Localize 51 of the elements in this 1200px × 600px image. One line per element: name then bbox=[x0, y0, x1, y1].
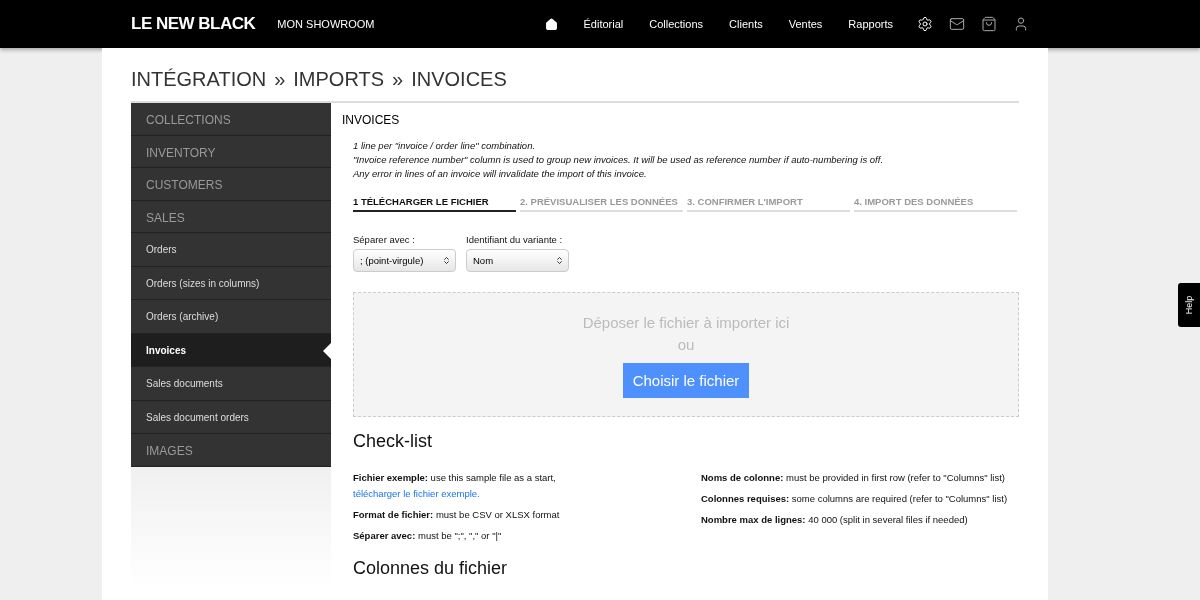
checklist-item: Nombre max de lignes: 40 000 (split in several files if needed) bbox=[701, 513, 969, 527]
mail-icon[interactable] bbox=[948, 16, 965, 32]
showroom-link[interactable]: MON SHOWROOM bbox=[277, 18, 375, 30]
field-label: Identifiant du variante : bbox=[466, 234, 564, 245]
bag-icon[interactable] bbox=[980, 16, 997, 32]
updown-icon bbox=[442, 256, 451, 265]
selection-notch bbox=[323, 342, 331, 359]
drop-text: Déposer le fichier à importer ici bbox=[582, 313, 790, 333]
breadcrumb-separator: » bbox=[274, 68, 286, 91]
checklist-heading: Check-list bbox=[353, 431, 433, 452]
checklist-item: Fichier exemple: use this sample file as a start, télécharger le fichier exemple. bbox=[353, 471, 557, 501]
or-text: ou bbox=[677, 335, 695, 355]
nav-link[interactable]: Rapports bbox=[848, 18, 893, 30]
sidebar-section[interactable]: IMAGES bbox=[131, 434, 331, 467]
checklist-item: Séparer avec: must be ";", "," or "|" bbox=[353, 529, 503, 543]
section-title: INVOICES bbox=[342, 113, 401, 127]
sidebar-section[interactable]: SALES bbox=[131, 200, 331, 233]
step-tab[interactable]: 1 TÉLÉCHARGER LE FICHIER bbox=[353, 195, 516, 212]
select-field[interactable]: Nom bbox=[466, 249, 569, 272]
checklist-item: Noms de colonne: must be provided in first row (refer to "Columns" list) bbox=[701, 471, 1006, 485]
nav-link[interactable]: Clients bbox=[729, 18, 763, 30]
help-tab[interactable]: Help bbox=[1178, 283, 1200, 327]
nav-link[interactable]: Ventes bbox=[788, 18, 823, 30]
checklist-item: Format de fichier: must be CSV or XLSX format bbox=[353, 508, 561, 522]
note-text: Any error in lines of an invoice will invalidate the import of this invoice. bbox=[353, 167, 648, 181]
field-label: Séparer avec : bbox=[353, 234, 416, 245]
settings-icon[interactable] bbox=[916, 16, 933, 32]
breadcrumb-item: INVOICES bbox=[411, 68, 507, 91]
sample-file-link[interactable]: télécharger le fichier exemple. bbox=[353, 488, 480, 499]
select-field[interactable]: ; (point-virgule) bbox=[353, 249, 456, 272]
home-icon[interactable] bbox=[544, 17, 558, 31]
breadcrumb-item: IMPORTS bbox=[293, 68, 385, 91]
note-text: 1 line per "invoice / order line" combination. bbox=[353, 139, 537, 153]
checklist-item: Colonnes requises: some columns are required (refer to "Columns" list) bbox=[701, 492, 1009, 506]
logo: LE NEW BLACK bbox=[131, 14, 256, 34]
note-text: "Invoice reference number" column is used to group new invoices. It will be used as reference number if auto-numbering is off. bbox=[353, 153, 885, 167]
breadcrumb-separator: » bbox=[392, 68, 404, 91]
sidebar-item[interactable]: Orders (sizes in columns) bbox=[131, 266, 331, 300]
columns-heading: Colonnes du fichier bbox=[353, 558, 509, 579]
nav-link[interactable]: Éditorial bbox=[583, 18, 624, 30]
sidebar-section[interactable]: CUSTOMERS bbox=[131, 168, 331, 201]
sidebar-section[interactable]: INVENTORY bbox=[131, 135, 331, 168]
sidebar-item[interactable]: Sales document orders bbox=[131, 400, 331, 434]
breadcrumb-item: INTÉGRATION bbox=[131, 68, 267, 91]
sidebar-item[interactable]: Orders bbox=[131, 233, 331, 267]
sidebar-item[interactable]: Sales documents bbox=[131, 367, 331, 401]
nav-link[interactable]: Collections bbox=[649, 18, 704, 30]
sidebar-item[interactable]: Orders (archive) bbox=[131, 300, 331, 334]
sidebar-item[interactable]: Invoices bbox=[131, 333, 331, 367]
sidebar-section[interactable]: COLLECTIONS bbox=[131, 103, 331, 136]
updown-icon bbox=[555, 256, 564, 265]
